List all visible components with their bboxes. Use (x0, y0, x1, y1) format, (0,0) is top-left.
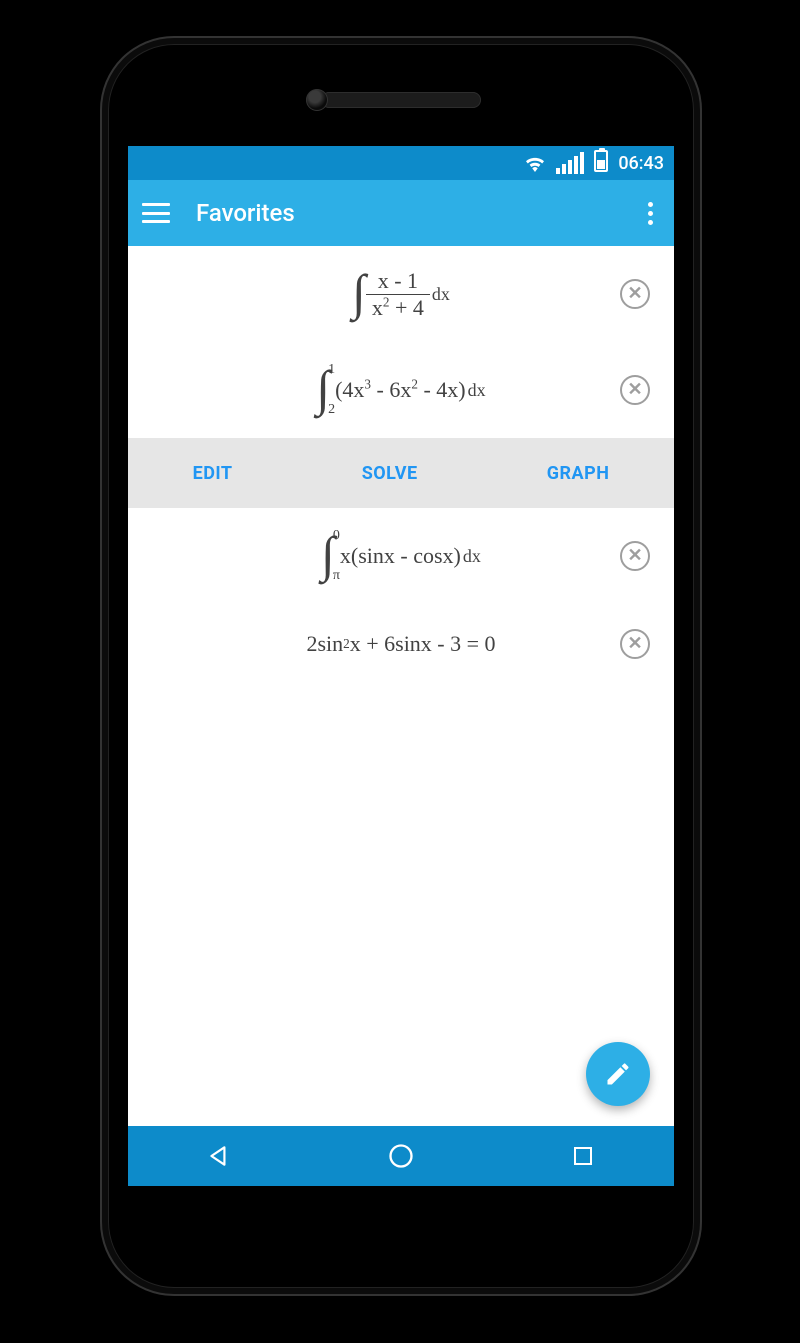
favorite-item[interactable]: ∫ 0 π x(sinx - cosx) dx ✕ (128, 508, 674, 604)
item-action-bar: EDIT SOLVE GRAPH (128, 438, 674, 508)
graph-button[interactable]: GRAPH (535, 455, 622, 492)
delete-button[interactable]: ✕ (620, 541, 650, 571)
fraction-denominator: x2 + 4 (366, 295, 430, 319)
android-nav-bar (128, 1126, 674, 1186)
pencil-icon (604, 1060, 632, 1088)
screen: 06:43 Favorites ∫ x - 1 (128, 146, 674, 1186)
close-icon: ✕ (627, 635, 642, 653)
battery-icon (594, 150, 608, 177)
page-title: Favorites (196, 199, 640, 227)
status-time: 06:43 (618, 153, 664, 174)
edit-button[interactable]: EDIT (181, 455, 245, 492)
nav-home-button[interactable] (384, 1139, 418, 1173)
phone-camera (306, 89, 328, 111)
favorite-item[interactable]: ∫ x - 1 x2 + 4 dx ✕ (128, 246, 674, 342)
expression: ∫ 1 2 (4x3 - 6x2 - 4x) dx (316, 363, 485, 417)
phone-frame: 06:43 Favorites ∫ x - 1 (100, 36, 702, 1296)
triangle-back-icon (206, 1143, 232, 1169)
nav-back-button[interactable] (202, 1139, 236, 1173)
differential: dx (468, 380, 486, 401)
integral-icon: ∫ (352, 267, 366, 317)
expression: ∫ 0 π x(sinx - cosx) dx (321, 529, 481, 583)
more-vert-icon[interactable] (640, 202, 660, 225)
square-recent-icon (571, 1144, 595, 1168)
wifi-icon (524, 154, 546, 172)
delete-button[interactable]: ✕ (620, 279, 650, 309)
favorite-item[interactable]: 2sin2x + 6sinx - 3 = 0 ✕ (128, 604, 674, 684)
delete-button[interactable]: ✕ (620, 629, 650, 659)
circle-home-icon (387, 1142, 415, 1170)
differential: dx (432, 284, 450, 305)
stage: 06:43 Favorites ∫ x - 1 (0, 0, 800, 1343)
favorites-list: ∫ x - 1 x2 + 4 dx ✕ (128, 246, 674, 1126)
close-icon: ✕ (627, 547, 642, 565)
differential: dx (463, 546, 481, 567)
integral-icon: ∫ (321, 529, 335, 579)
menu-icon[interactable] (142, 203, 170, 223)
compose-fab[interactable] (586, 1042, 650, 1106)
phone-speaker (321, 92, 481, 108)
close-icon: ✕ (627, 381, 642, 399)
favorite-item[interactable]: ∫ 1 2 (4x3 - 6x2 - 4x) dx ✕ (128, 342, 674, 438)
delete-button[interactable]: ✕ (620, 375, 650, 405)
solve-button[interactable]: SOLVE (350, 455, 430, 492)
app-bar: Favorites (128, 180, 674, 246)
status-bar: 06:43 (128, 146, 674, 180)
signal-icon (556, 152, 584, 174)
nav-recent-button[interactable] (566, 1139, 600, 1173)
expression: ∫ x - 1 x2 + 4 dx (352, 269, 450, 319)
expression: 2sin2x + 6sinx - 3 = 0 (306, 631, 495, 657)
close-icon: ✕ (627, 285, 642, 303)
integral-icon: ∫ (316, 363, 330, 413)
fraction-numerator: x - 1 (372, 270, 424, 294)
